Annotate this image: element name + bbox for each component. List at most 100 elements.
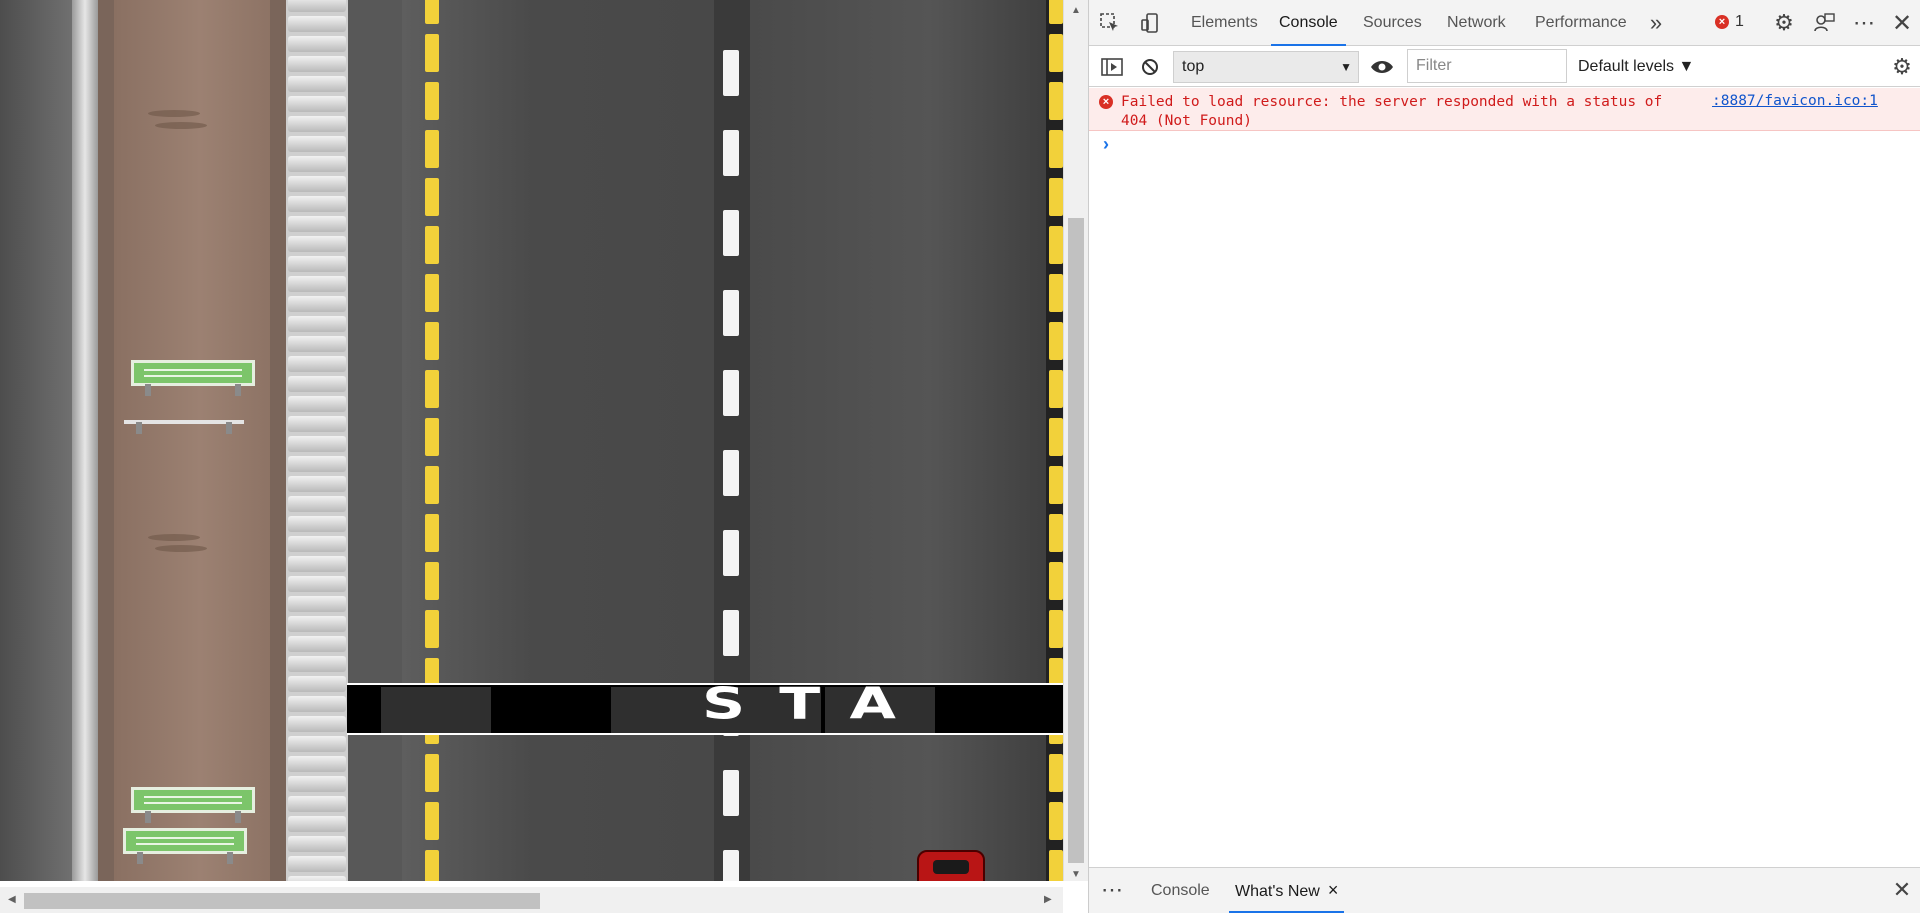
console-settings-gear-icon[interactable]: ⚙: [1889, 54, 1915, 80]
scroll-right-arrow-icon[interactable]: ▶: [1044, 895, 1052, 905]
lane-dash: [425, 466, 439, 504]
close-tab-icon[interactable]: ×: [1328, 880, 1339, 900]
guardrail-segment: [288, 776, 346, 792]
player-car: [917, 850, 985, 881]
scrollbar-thumb[interactable]: [24, 893, 540, 909]
guardrail-segment: [288, 0, 346, 12]
lane-dash: [1049, 0, 1063, 24]
drawer-tab-what-s-new[interactable]: What's New ×: [1228, 868, 1345, 913]
error-icon: ×: [1715, 15, 1729, 29]
guardrail-segment: [288, 396, 346, 412]
guardrail-segment: [288, 356, 346, 372]
lane-dash: [723, 530, 739, 576]
lane-dash: [1049, 370, 1063, 408]
guardrail-segment: [288, 136, 346, 152]
clear-console-icon[interactable]: [1137, 54, 1163, 80]
road-left-shoulder: [348, 0, 402, 881]
guardrail-segment: [288, 496, 346, 512]
lane-dash: [1049, 850, 1063, 881]
devtools-panel: Elements Console Sources Network Performance…: [1088, 0, 1920, 913]
road-lane-left: [402, 0, 730, 881]
settings-gear-icon[interactable]: ⚙: [1771, 10, 1797, 36]
guardrail-segment: [288, 256, 346, 272]
horizontal-scrollbar[interactable]: ◀ ▶: [0, 887, 1063, 913]
guardrail-segment: [288, 76, 346, 92]
close-drawer-icon[interactable]: ✕: [1889, 877, 1915, 903]
drawer-tab-console[interactable]: Console: [1151, 868, 1210, 913]
more-tabs-icon[interactable]: »: [1643, 10, 1669, 36]
lane-dash: [723, 370, 739, 416]
lane-dash: [723, 50, 739, 96]
guardrail-segment: [288, 536, 346, 552]
scrollbar-thumb[interactable]: [1068, 218, 1084, 863]
lane-dash: [425, 802, 439, 840]
lane-dash: [1049, 130, 1063, 168]
lane-dash: [425, 322, 439, 360]
scroll-up-arrow-icon[interactable]: ▲: [1071, 6, 1081, 16]
error-icon: ×: [1099, 95, 1113, 109]
start-banner: STA: [347, 679, 1063, 735]
guardrail-segment: [288, 516, 346, 532]
chevron-down-icon: ▼: [1340, 60, 1352, 74]
lane-dash: [425, 370, 439, 408]
guardrail-segment: [288, 196, 346, 212]
guardrail-segment: [288, 16, 346, 32]
tab-elements[interactable]: Elements: [1189, 0, 1260, 46]
guardrail-segment: [288, 116, 346, 132]
error-count-badge[interactable]: × 1: [1715, 13, 1744, 31]
lane-dash: [425, 610, 439, 648]
inspect-element-icon[interactable]: [1097, 10, 1123, 36]
error-text: Failed to load resource: the server resp…: [1121, 94, 1663, 129]
live-expression-eye-icon[interactable]: [1369, 54, 1395, 80]
guardrail-segment: [288, 296, 346, 312]
tab-console[interactable]: Console: [1271, 0, 1346, 46]
start-banner-text: STA: [702, 679, 930, 730]
device-emulation-icon[interactable]: [1137, 10, 1163, 36]
bench-rail: [122, 418, 246, 434]
drawer-more-icon[interactable]: ⋯: [1099, 877, 1125, 903]
guardrail-segment: [288, 716, 346, 732]
guardrail-segment: [288, 556, 346, 572]
lane-dash: [723, 770, 739, 816]
filter-input[interactable]: [1407, 49, 1567, 83]
game-canvas[interactable]: STA: [0, 0, 1063, 881]
guardrail-segment: [288, 96, 346, 112]
lane-dash: [1049, 610, 1063, 648]
guardrail-segment: [288, 36, 346, 52]
tab-network[interactable]: Network: [1445, 0, 1508, 46]
scroll-down-arrow-icon[interactable]: ▼: [1071, 870, 1081, 880]
vertical-scrollbar[interactable]: ▲ ▼: [1063, 0, 1088, 881]
drawer-toolbar: ⋯ Console What's New × ✕: [1089, 867, 1920, 913]
console-error-message: × Failed to load resource: the server re…: [1089, 88, 1920, 131]
context-selector[interactable]: top ▼: [1173, 51, 1359, 83]
guardrail-segment: [288, 656, 346, 672]
sidewalk: [114, 0, 286, 881]
toggle-sidebar-icon[interactable]: [1099, 54, 1125, 80]
console-prompt[interactable]: ›: [1103, 134, 1109, 155]
guardrail-segment: [288, 796, 346, 812]
guardrail-segment: [288, 696, 346, 712]
lane-dash: [425, 34, 439, 72]
lane-dash: [1049, 466, 1063, 504]
lane-dash: [1049, 322, 1063, 360]
error-source-link[interactable]: :8887/favicon.ico:1: [1712, 93, 1878, 109]
guardrail-segment: [288, 616, 346, 632]
more-options-icon[interactable]: ⋯: [1851, 10, 1877, 36]
feedback-icon[interactable]: [1811, 10, 1837, 36]
road-lane-right: [750, 0, 1050, 881]
tab-performance[interactable]: Performance: [1533, 0, 1629, 46]
close-devtools-icon[interactable]: ✕: [1889, 10, 1915, 37]
lane-dash: [1049, 82, 1063, 120]
guardrail-segment: [288, 376, 346, 392]
dirt-patch: [148, 110, 200, 117]
tab-sources[interactable]: Sources: [1361, 0, 1424, 46]
scroll-left-arrow-icon[interactable]: ◀: [8, 895, 16, 905]
lane-dash: [723, 210, 739, 256]
park-bench: [123, 828, 247, 864]
guardrail-segment: [288, 856, 346, 872]
devtools-toolbar: Elements Console Sources Network Performance…: [1089, 0, 1920, 46]
guardrail-segment: [288, 216, 346, 232]
lane-dash: [425, 274, 439, 312]
lane-dash: [425, 130, 439, 168]
log-levels-dropdown[interactable]: Default levels ▼: [1578, 47, 1694, 87]
